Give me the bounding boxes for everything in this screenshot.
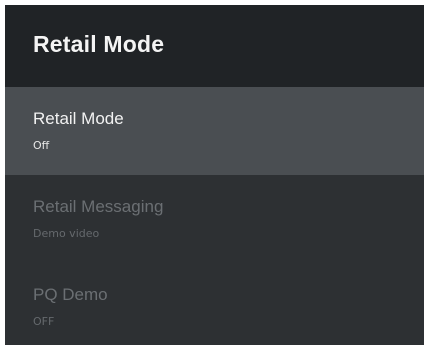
settings-panel: Retail Mode Retail Mode Off Retail Messa… — [5, 5, 424, 345]
menu-item-value: OFF — [33, 315, 55, 328]
menu-item-retail-mode[interactable]: Retail Mode Off — [5, 87, 424, 175]
menu-item-label: Retail Messaging — [33, 197, 164, 216]
menu-item-retail-messaging[interactable]: Retail Messaging Demo video — [5, 175, 424, 263]
menu-item-value: Demo video — [33, 227, 100, 240]
menu-item-label: Retail Mode — [33, 109, 124, 128]
menu-item-label: PQ Demo — [33, 285, 108, 304]
menu-item-pq-demo[interactable]: PQ Demo OFF — [5, 263, 424, 345]
page-title: Retail Mode — [33, 31, 165, 57]
panel-header: Retail Mode — [5, 5, 424, 87]
menu-item-value: Off — [33, 139, 50, 152]
